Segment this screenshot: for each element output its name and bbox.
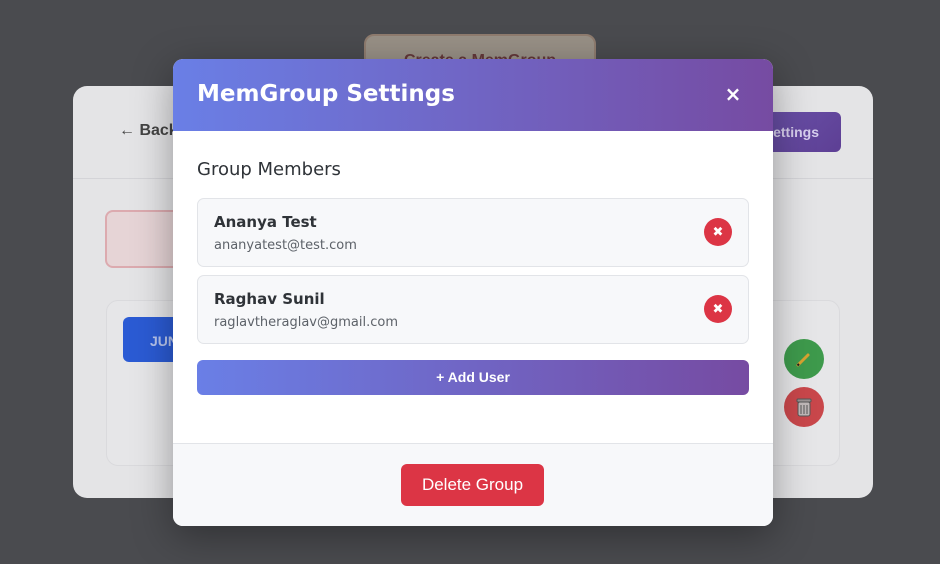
member-email: raglavtheraglav@gmail.com [214,315,399,330]
trash-icon [796,398,812,417]
add-user-button[interactable]: + Add User [197,360,749,395]
remove-icon: ✖ [712,301,724,317]
pencil-icon [796,353,810,367]
member-email: ananyatest@test.com [214,238,357,253]
remove-icon: ✖ [712,224,724,240]
delete-card-button [784,387,824,427]
group-members-heading: Group Members [197,159,341,180]
delete-group-button[interactable]: Delete Group [401,464,544,506]
member-item: Raghav Sunil raglavtheraglav@gmail.com ✖ [197,275,749,344]
back-link: ← Back [119,122,178,139]
modal-header: MemGroup Settings × [173,59,773,131]
member-name: Raghav Sunil [214,290,325,308]
modal-footer: Delete Group [173,443,773,526]
modal-title: MemGroup Settings [197,81,455,107]
member-item: Ananya Test ananyatest@test.com ✖ [197,198,749,267]
remove-member-button[interactable]: ✖ [704,295,732,323]
modal-body: Group Members Ananya Test ananyatest@tes… [173,131,773,443]
member-name: Ananya Test [214,213,317,231]
close-icon[interactable]: × [720,81,746,107]
remove-member-button[interactable]: ✖ [704,218,732,246]
memgroup-settings-modal: MemGroup Settings × Group Members Ananya… [173,59,773,526]
edit-button [784,339,824,379]
